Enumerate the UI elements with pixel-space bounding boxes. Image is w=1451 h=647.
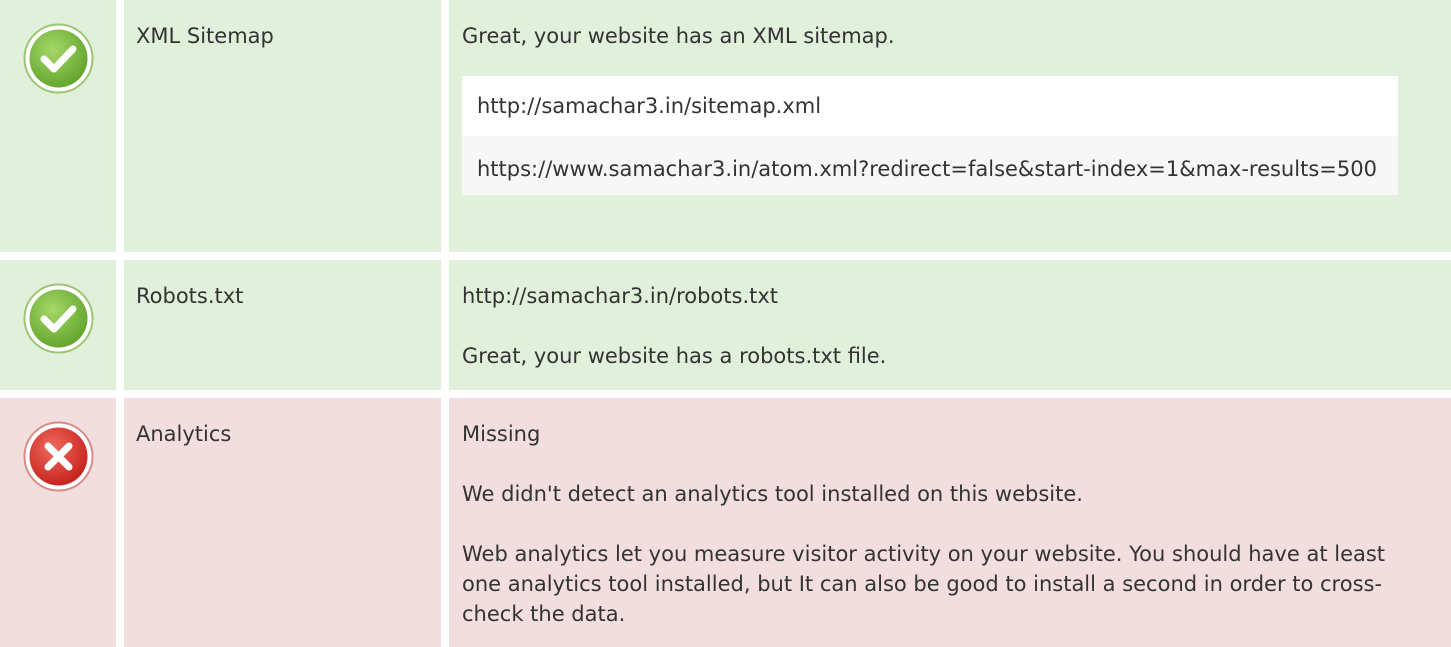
check-message: Great, your website has an XML sitemap.: [462, 24, 895, 48]
check-name: Robots.txt: [136, 284, 244, 308]
result-row-robots-txt: Robots.txt http://samachar3.in/robots.tx…: [0, 260, 1451, 390]
check-name-cell: Robots.txt: [124, 260, 441, 390]
check-message: We didn't detect an analytics tool insta…: [462, 482, 1083, 506]
robots-url: http://samachar3.in/robots.txt: [462, 284, 779, 308]
check-value-cell: http://samachar3.in/robots.txt Great, yo…: [449, 260, 1451, 390]
status-cell: [0, 398, 116, 647]
sitemap-url: http://samachar3.in/sitemap.xml: [462, 76, 1398, 136]
check-name: Analytics: [136, 422, 232, 446]
check-name-cell: XML Sitemap: [124, 0, 441, 252]
error-circle-icon: [23, 421, 94, 492]
check-message: Great, your website has a robots.txt fil…: [462, 344, 887, 368]
check-description: Web analytics let you measure visitor ac…: [462, 542, 1386, 626]
check-value-cell: Great, your website has an XML sitemap. …: [449, 0, 1451, 252]
sitemap-url: https://www.samachar3.in/atom.xml?redire…: [462, 136, 1398, 195]
check-circle-icon: [23, 23, 94, 94]
status-cell: [0, 260, 116, 390]
sitemap-url-list: http://samachar3.in/sitemap.xml https://…: [462, 76, 1398, 195]
result-row-xml-sitemap: XML Sitemap Great, your website has an X…: [0, 0, 1451, 252]
check-circle-icon: [23, 283, 94, 354]
check-name-cell: Analytics: [124, 398, 441, 647]
status-cell: [0, 0, 116, 252]
result-row-analytics: Analytics Missing We didn't detect an an…: [0, 398, 1451, 647]
check-status: Missing: [462, 422, 541, 446]
check-value-cell: Missing We didn't detect an analytics to…: [449, 398, 1451, 647]
check-name: XML Sitemap: [136, 24, 274, 48]
